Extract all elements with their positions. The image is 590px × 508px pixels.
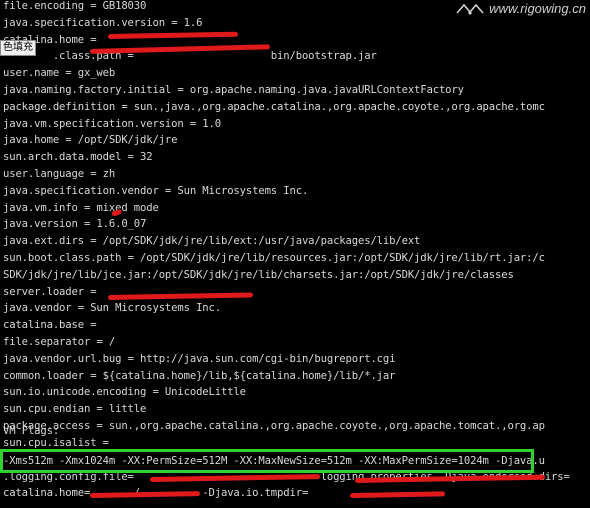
property-line: java.vm.info = mixed mode bbox=[3, 201, 159, 214]
redaction-mark bbox=[107, 31, 239, 39]
vm-flags-highlight-box bbox=[0, 449, 534, 473]
watermark-logo-icon bbox=[456, 3, 484, 15]
redaction-mark bbox=[349, 491, 446, 498]
tooltip: 色填充 bbox=[0, 40, 36, 56]
property-line: java.ext.dirs = /opt/SDK/jdk/jre/lib/ext… bbox=[3, 235, 421, 248]
property-line: SDK/jdk/jre/lib/jce.jar:/opt/SDK/jdk/jre… bbox=[3, 268, 514, 281]
property-line: sun.arch.data.model = 32 bbox=[3, 151, 153, 164]
watermark: www.rigowing.cn bbox=[455, 1, 586, 16]
vm-flags-heading: VM Flags: bbox=[3, 425, 60, 437]
property-line: common.loader = ${catalina.home}/lib,${c… bbox=[3, 369, 396, 382]
property-line: java.home = /opt/SDK/jdk/jre bbox=[3, 134, 178, 147]
property-line: user.name = gx_web bbox=[3, 67, 116, 80]
property-line: sun.cpu.endian = little bbox=[3, 403, 147, 416]
property-line: java.vendor.url.bug = http://java.sun.co… bbox=[3, 352, 396, 365]
property-line: sun.cpu.isalist = bbox=[3, 436, 109, 449]
property-line: file.separator = / bbox=[3, 336, 116, 348]
property-line: catalina.base = bbox=[3, 319, 97, 332]
property-line: java.specification.version = 1.6 bbox=[3, 16, 203, 29]
property-line: package.access = sun.,org.apache.catalin… bbox=[3, 420, 545, 432]
property-line: user.language = zh bbox=[3, 168, 116, 180]
property-line: package.definition = sun.,java.,org.apac… bbox=[3, 100, 545, 113]
property-line: sun.boot.class.path = /opt/SDK/jdk/jre/l… bbox=[3, 252, 545, 264]
property-line: java.naming.factory.initial = org.apache… bbox=[3, 84, 464, 96]
property-line: java.version = 1.6.0_07 bbox=[3, 218, 147, 231]
property-line: sun.io.unicode.encoding = UnicodeLittle bbox=[3, 386, 246, 399]
property-line: java.vendor = Sun Microsystems Inc. bbox=[3, 302, 221, 315]
property-line: java.specification.vendor = Sun Microsys… bbox=[3, 184, 309, 197]
property-line: file.encoding = GB18030 bbox=[3, 0, 147, 12]
terminal-output: www.rigowing.cn file.encoding = GB18030 j… bbox=[0, 0, 590, 508]
property-line: .class.path = bin/bootstrap.jar bbox=[3, 50, 377, 63]
redaction-mark bbox=[107, 292, 254, 300]
watermark-text: www.rigowing.cn bbox=[489, 1, 586, 16]
property-line: java.vm.specification.version = 1.0 bbox=[3, 117, 221, 130]
property-line: server.loader = bbox=[3, 285, 97, 298]
